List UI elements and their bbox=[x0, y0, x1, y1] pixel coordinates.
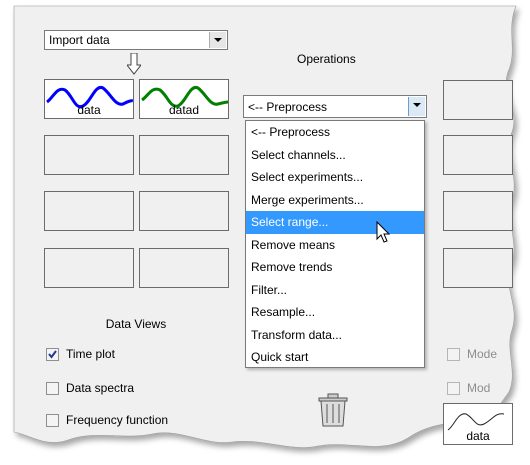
frequency-function-label: Frequency function bbox=[66, 413, 169, 427]
empty-data-tile[interactable] bbox=[44, 248, 134, 288]
tile-label: datad bbox=[168, 103, 200, 117]
model-tile-data[interactable]: data bbox=[443, 403, 513, 445]
operations-menu-item[interactable]: Remove means bbox=[246, 234, 424, 257]
empty-data-tile[interactable] bbox=[139, 248, 229, 288]
data-spectra-label: Data spectra bbox=[66, 381, 135, 395]
operations-menu-item[interactable]: Resample... bbox=[246, 301, 424, 324]
data-spectra-checkbox[interactable] bbox=[46, 382, 59, 395]
tile-label: data bbox=[466, 429, 490, 443]
operations-menu-item[interactable]: Quick start bbox=[246, 346, 424, 369]
time-plot-checkbox[interactable] bbox=[46, 348, 59, 361]
empty-data-tile[interactable] bbox=[139, 191, 229, 231]
chevron-down-icon bbox=[214, 38, 222, 42]
data-views-heading: Data Views bbox=[105, 317, 167, 331]
data-tile-datad[interactable]: datad bbox=[139, 79, 229, 119]
model-view-label: Mod bbox=[467, 381, 491, 395]
operations-dropdown[interactable]: <-- Preprocess bbox=[243, 95, 427, 118]
operations-menu-item[interactable]: <-- Preprocess bbox=[246, 121, 424, 144]
checkmark-icon bbox=[48, 350, 57, 359]
operations-menu-item[interactable]: Merge experiments... bbox=[246, 189, 424, 212]
model-view-checkbox[interactable] bbox=[447, 382, 460, 395]
tile-label: data bbox=[77, 103, 101, 117]
operations-menu-item[interactable]: Select channels... bbox=[246, 144, 424, 167]
empty-data-tile[interactable] bbox=[44, 135, 134, 175]
chevron-down-icon bbox=[413, 103, 421, 107]
frequency-function-checkbox[interactable] bbox=[46, 414, 59, 427]
operations-heading: Operations bbox=[297, 52, 356, 66]
operations-menu-item[interactable]: Select experiments... bbox=[246, 166, 424, 189]
empty-data-tile[interactable] bbox=[139, 135, 229, 175]
model-tile[interactable] bbox=[443, 248, 513, 288]
model-tile[interactable] bbox=[443, 135, 513, 175]
model-tile[interactable] bbox=[443, 80, 513, 120]
model-output-checkbox[interactable] bbox=[447, 348, 460, 361]
operations-menu-item[interactable]: Filter... bbox=[246, 279, 424, 302]
model-tile[interactable] bbox=[443, 191, 513, 231]
operations-selected-value: <-- Preprocess bbox=[248, 99, 328, 114]
import-data-value: Import data bbox=[49, 33, 110, 47]
trash-icon[interactable] bbox=[315, 392, 351, 428]
empty-data-tile[interactable] bbox=[44, 191, 134, 231]
operations-menu: <-- Preprocess Select channels... Select e… bbox=[245, 120, 425, 368]
operations-menu-item[interactable]: Transform data... bbox=[246, 324, 424, 347]
operations-menu-item[interactable]: Select range... bbox=[246, 211, 424, 234]
operations-dropdown-arrow-button[interactable] bbox=[408, 97, 425, 116]
operations-menu-item[interactable]: Remove trends bbox=[246, 256, 424, 279]
time-plot-label: Time plot bbox=[66, 347, 115, 361]
import-dropdown-arrow-button[interactable] bbox=[209, 32, 226, 48]
data-tile-data[interactable]: data bbox=[44, 79, 134, 119]
arrow-down-icon bbox=[127, 53, 141, 75]
mouse-cursor-icon bbox=[376, 221, 391, 243]
model-output-label: Mode bbox=[467, 347, 498, 361]
import-data-dropdown[interactable]: Import data bbox=[44, 30, 228, 50]
